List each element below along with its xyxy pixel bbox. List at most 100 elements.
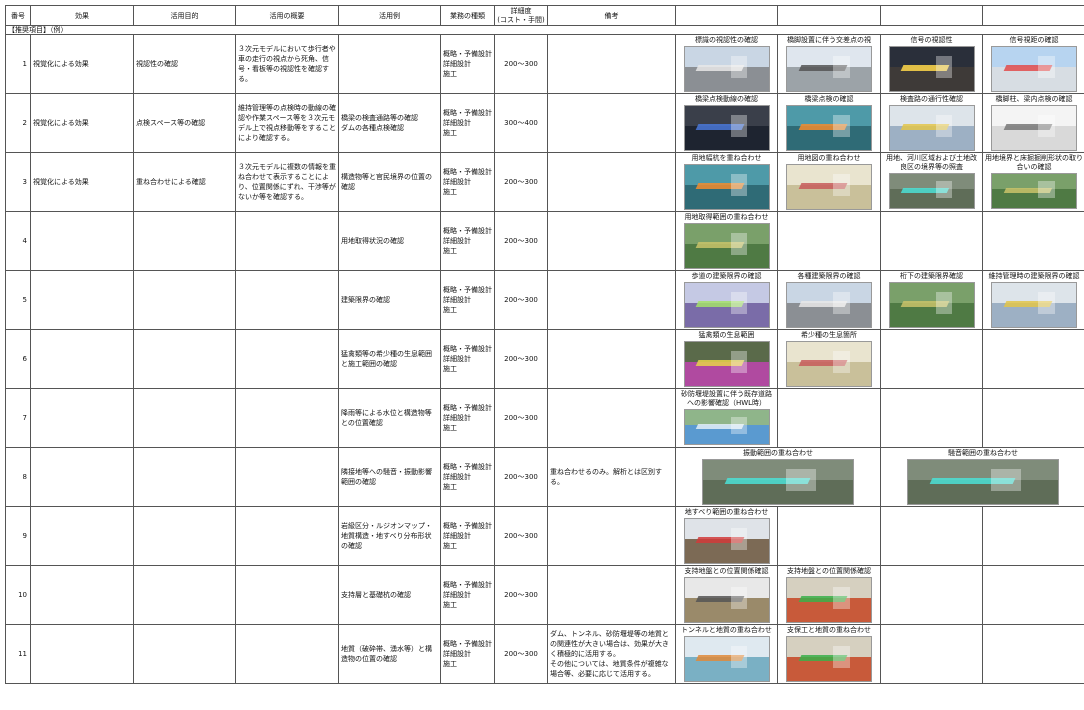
cell-cost: 200～300 [494,152,548,212]
cell-cost: 300～400 [494,93,548,153]
header-purpose: 活用目的 [133,5,236,26]
cell-overview [235,270,339,330]
cell-example: 地質（破砕帯、湧水等）と構造物の位置の確認 [338,624,441,684]
cell-remarks [547,388,676,448]
section-label: 【推奨項目】（例） [5,25,1084,35]
model-screenshot-image [786,636,872,682]
image-caption: 支保工と地質の重ね合わせ [787,626,871,634]
section-row: 【推奨項目】（例） [5,25,1084,35]
cell-remarks [547,565,676,625]
table-row: 10 支持層と基礎杭の確認 概略・予備設計 詳細設計 施工 200～300 支持地盤との… [5,565,1084,625]
cell-remarks: 重ね合わせるのみ。解析とは区別する。 [547,447,676,507]
model-screenshot-image [683,105,770,151]
image-cell: 用地境界と床掘掘削形状の取り合いの確認 [982,152,1084,212]
cell-no: 8 [5,447,31,507]
cell-no: 1 [5,34,31,94]
image-cell: 橋梁点検動線の確認 [675,93,778,153]
cell-remarks [547,211,676,271]
image-cell [982,388,1084,448]
header-image-2 [777,5,881,26]
cell-no: 4 [5,211,31,271]
image-caption: 騒音範囲の重ね合わせ [948,449,1018,457]
image-caption: 橋梁点検動線の確認 [695,95,758,103]
table-row: 2 視覚化による効果 点検スペース等の確認 維持管理等の点検時の動線の確認や作業スペー… [5,93,1084,153]
cell-phase: 概略・予備設計 詳細設計 施工 [440,506,495,566]
image-cell [880,211,983,271]
table-row: 1 視覚化による効果 視認性の確認 ３次元モデルにおいて歩行者や車の走行の視点から死角… [5,34,1084,94]
header-overview: 活用の概要 [235,5,339,26]
model-screenshot-image [702,459,854,505]
image-caption: 用地、河川区域および土地改良区の境界等の照査 [886,154,977,171]
image-caption: 用地幅杭を重ね合わせ [691,154,762,162]
image-caption: 支持地盤との位置関係確認 [787,567,871,575]
cell-effect: 視覚化による効果 [30,152,134,212]
table-row: 9 岩級区分・ルジオンマップ・地質構造・地すべり分布形状の確認 概略・予備設計 詳細… [5,506,1084,566]
cell-overview [235,624,339,684]
image-cell [880,624,983,684]
image-cell: 信号視距の確認 [982,34,1084,94]
cell-example: 隣接地等への騒音・振動影響範囲の確認 [338,447,441,507]
cell-overview [235,447,339,507]
cell-phase: 概略・予備設計 詳細設計 施工 [440,329,495,389]
image-caption: 信号視距の確認 [1009,36,1059,44]
image-cell: トンネルと地質の重ね合わせ [675,624,778,684]
cell-purpose [133,565,236,625]
cell-phase: 概略・予備設計 詳細設計 施工 [440,270,495,330]
image-cell [880,329,983,389]
cell-remarks [547,152,676,212]
cell-example: 構造物等と官民境界の位置の確認 [338,152,441,212]
cell-no: 5 [5,270,31,330]
cell-example: 用地取得状況の確認 [338,211,441,271]
image-caption: 維持管理時の建築限界の確認 [988,272,1080,280]
image-cell: 用地、河川区域および土地改良区の境界等の照査 [880,152,983,212]
model-screenshot-image [907,459,1059,505]
model-screenshot-image [888,173,975,209]
cell-cost: 200～300 [494,388,548,448]
image-caption: 希少種の生息箇所 [801,331,857,339]
header-remarks: 備考 [547,5,676,26]
cell-phase: 概略・予備設計 詳細設計 施工 [440,624,495,684]
image-cell [982,506,1084,566]
header-row: 番号 効果 活用目的 活用の概要 活用例 業務の種類 詳細度 (コスト・手間) … [5,5,1084,26]
cell-overview: ３次元モデルにおいて歩行者や車の走行の視点から死角、信号・看板等の視認性を確認す… [235,34,339,94]
cell-example: 降雨等による水位と構造物等との位置確認 [338,388,441,448]
header-detail: 詳細度 (コスト・手間) [494,5,548,26]
cell-cost: 200～300 [494,34,548,94]
cell-remarks: ダム、トンネル、砂防堰堤等の地質との関連性が大きい場合は、効果が大きく積極的に活… [547,624,676,684]
cell-overview [235,565,339,625]
cell-phase: 概略・予備設計 詳細設計 施工 [440,211,495,271]
model-screenshot-image [683,282,770,328]
cell-purpose: 重ね合わせによる確認 [133,152,236,212]
cell-phase: 概略・予備設計 詳細設計 施工 [440,93,495,153]
model-screenshot-image [786,282,872,328]
image-caption: 用地取得範囲の重ね合わせ [684,213,769,221]
image-cell: 地すべり範囲の重ね合わせ [675,506,778,566]
cell-overview [235,329,339,389]
cell-purpose: 視認性の確認 [133,34,236,94]
image-cell: 支持地盤との位置関係確認 [777,565,881,625]
cell-effect: 視覚化による効果 [30,34,134,94]
model-screenshot-image [683,223,770,269]
image-cell [777,388,881,448]
cell-no: 11 [5,624,31,684]
cell-overview: 維持管理等の点検時の動線の確認や作業スペース等を３次元モデル上で視点移動等をする… [235,93,339,153]
cell-phase: 概略・予備設計 詳細設計 施工 [440,565,495,625]
image-cell: 歩道の建築限界の確認 [675,270,778,330]
cell-example: 支持層と基礎杭の確認 [338,565,441,625]
image-cell [777,506,881,566]
image-caption: トンネルと地質の重ね合わせ [681,626,772,634]
table-row: 6 猛禽類等の希少種の生息範囲と施工範囲の確認 概略・予備設計 詳細設計 施工 200… [5,329,1084,389]
model-screenshot-image [683,409,770,445]
image-cell: 振動範囲の重ね合わせ [675,447,881,507]
model-screenshot-image [888,46,975,92]
cell-remarks [547,93,676,153]
image-cell: 維持管理時の建築限界の確認 [982,270,1084,330]
image-caption: 検査路の通行性確認 [900,95,963,103]
cell-effect [30,447,134,507]
model-screenshot-image [683,518,770,564]
cell-cost: 200～300 [494,447,548,507]
image-cell [982,565,1084,625]
image-cell [880,506,983,566]
image-cell: 標識の視認性の確認 [675,34,778,94]
cell-example: 橋梁の検査通路等の確認 ダムの各種点検確認 [338,93,441,153]
